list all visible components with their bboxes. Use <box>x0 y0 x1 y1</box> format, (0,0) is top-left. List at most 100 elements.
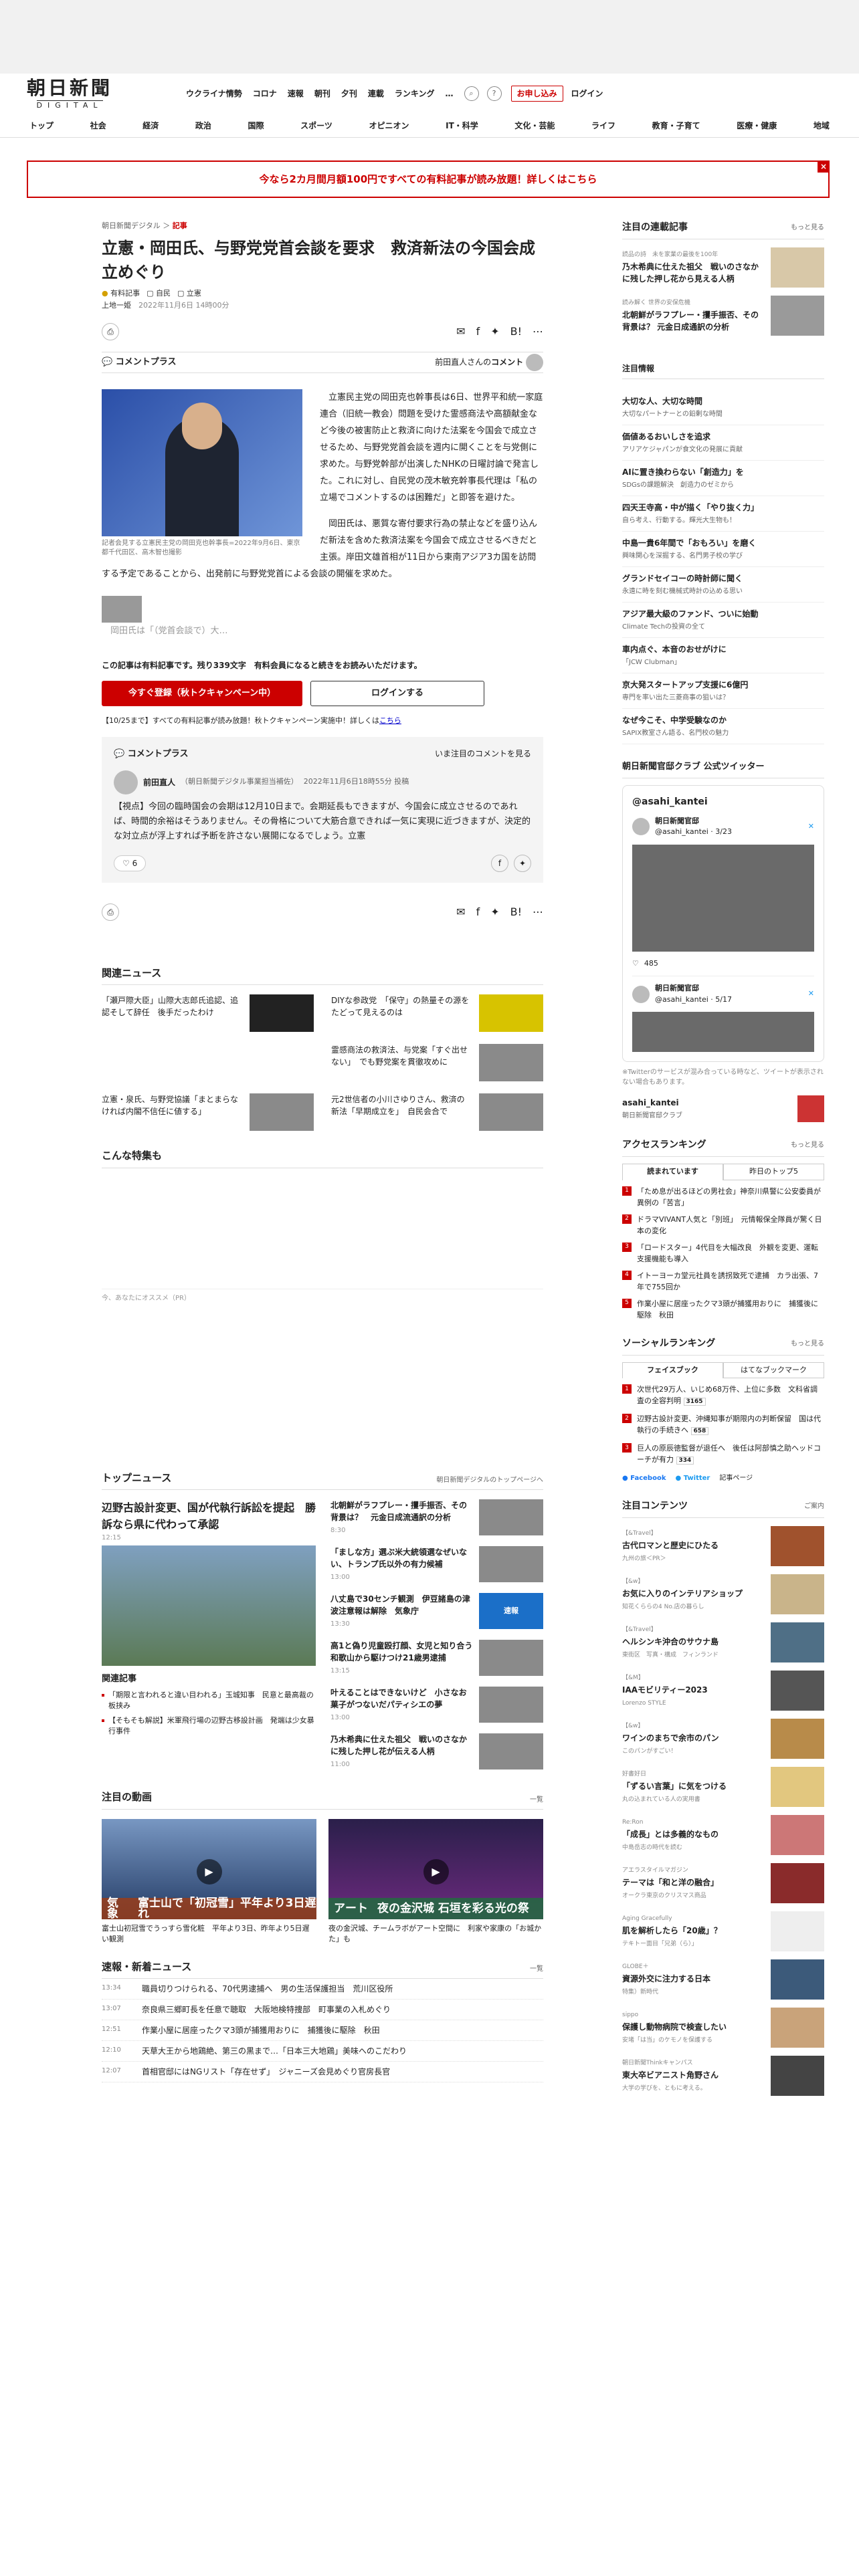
attention-item[interactable]: AIに置き換わらない「創造力」を SDGsの課題解決 創造力のゼミから <box>622 461 824 496</box>
print-icon[interactable]: ⎙ <box>102 903 119 921</box>
flash-item[interactable]: 13:07 奈良県三郷町長を任意で聴取 大阪地検特捜部 町事業の入札めぐり <box>102 2000 543 2020</box>
photo-thumbnail[interactable] <box>102 595 142 623</box>
attention-item[interactable]: 中島一貴6年間で「おもろい」を磨く 興味関心を深掘する、名門男子校の学び <box>622 532 824 567</box>
facebook-icon[interactable]: f <box>476 324 480 340</box>
nav-corona[interactable]: コロナ <box>253 88 277 100</box>
campaign-banner[interactable]: 今なら2カ月間月額100円ですべての有料記事が読み放題！詳しくはこちら × <box>27 160 830 198</box>
cat-top[interactable]: トップ <box>29 120 54 132</box>
commenter-name[interactable]: 前田直人 <box>143 776 175 788</box>
facebook-icon[interactable]: f <box>476 904 480 920</box>
related-item[interactable]: 立憲・泉氏、与野党協議「まとまらなければ内閣不信任に値する」 <box>102 1093 314 1131</box>
tab-yesterday-top5[interactable]: 昨日のトップ5 <box>723 1164 824 1180</box>
comment-more-link[interactable]: いま注目のコメントを見る <box>435 748 531 761</box>
attention-item[interactable]: 価値あるおいしさを追求 アリアケジャパンが食文化の発展に貢献 <box>622 425 824 461</box>
twitter-icon[interactable]: ✦ <box>490 904 499 920</box>
cat-culture[interactable]: 文化・芸能 <box>514 120 555 132</box>
content-item[interactable]: 【&Travel】 ヘルシンキ沖合のサウナ島 東街区 写真・構成 フィンランド <box>622 1622 824 1662</box>
login-link[interactable]: ログイン <box>571 88 603 100</box>
hatena-icon[interactable]: B! <box>510 324 522 340</box>
article-photo[interactable]: 記者会見する立憲民主党の岡田克也幹事長=2022年9月6日、東京都千代田区、高木… <box>102 389 302 558</box>
tab-most-read[interactable]: 読まれています <box>622 1164 723 1180</box>
related-item[interactable]: 「瀬戸際大臣」山際大志郎氏追認、追認そして辞任 後手だったわけ <box>102 994 314 1032</box>
series-item[interactable]: 読品の詩 未を家業の最後を100年 乃木希典に仕えた祖父 戦いのさなかに残した押し… <box>622 247 824 288</box>
facebook-link[interactable]: ● Facebook <box>622 1473 666 1483</box>
topnews-item[interactable]: 八丈島で30センチ観測 伊豆諸島の津波注意報は解除 気象庁 13:30 速報 <box>330 1593 543 1630</box>
nav-more[interactable]: … <box>446 88 454 100</box>
topnews-item[interactable]: 高1と偽り児童殴打顔、女児と知り合う 和歌山から駆けつけ21歳男逮捕 13:15 <box>330 1640 543 1677</box>
twitter-embed[interactable]: @asahi_kantei 朝日新聞官邸 @asahi_kantei · 3/23… <box>622 784 824 1062</box>
related-item[interactable]: 元2世信者の小川さゆりさん、救済の新法「早期成立を」 自民会合で <box>331 1093 543 1131</box>
content-item[interactable]: 【&w】 ワインのまちで余市のパン このパンがすごい！ <box>622 1719 824 1759</box>
attention-item[interactable]: グランドセイコーの時計師に聞く 永遠に時を刻む機械式時計の込める思い <box>622 567 824 603</box>
series-item[interactable]: 読み解く 世界の安保危機 北朝鮮がラフプレー・攫手振否、その背景は？ 元金日成通訳… <box>622 296 824 336</box>
more-icon[interactable]: ⋯ <box>533 904 543 920</box>
cat-society[interactable]: 社会 <box>90 120 106 132</box>
flash-item[interactable]: 12:51 作業小屋に居座ったクマ3頭が捕獲用おりに 捕獲後に駆除 秋田 <box>102 2020 543 2041</box>
cat-education[interactable]: 教育・子育て <box>652 120 700 132</box>
content-item[interactable]: Re:Ron 「成長」とは多義的なもの 中島岳志の時代を読む <box>622 1815 824 1855</box>
ranking-item[interactable]: 4 イトーヨーカ堂元社員を誘拐致死で逮捕 カラ出張、7年で755回か <box>622 1270 824 1293</box>
content-item[interactable]: アエラスタイルマガジン テーマは「和と洋の融合」 オークラ東京のクリスマス商品 <box>622 1863 824 1903</box>
social-item[interactable]: 2 辺野古設計変更、沖縄知事が期限内の判断保留 国は代執行の手続きへ 658 <box>622 1413 824 1437</box>
attention-item[interactable]: 大切な人、大切な時間 大切なパートナーとの鉛剰な時間 <box>622 390 824 425</box>
content-item[interactable]: 朝日新聞Thinkキャンパス 東大卒ビアニスト角野さん 大学の学びを、ともに考える。 <box>622 2056 824 2096</box>
topnews-item[interactable]: 「ましな方」選ぶ米大統領選なぜいない、トランプ氏以外の有力候補 13:00 <box>330 1546 543 1584</box>
ranking-item[interactable]: 3 「ロードスター」4代目を大幅改良 外観を変更、運転支援機能も導入 <box>622 1242 824 1265</box>
topnews-related-item[interactable]: 【そもそも解説】米軍飛行場の辺野古移設計画 発端は少女暴行事件 <box>102 1715 316 1737</box>
topnews-item[interactable]: 乃木希典に仕えた祖父 戦いのさなかに残した押し花が伝える人柄 11:00 <box>330 1733 543 1771</box>
social-item[interactable]: 1 次世代29万人、いじめ68万件、上位に多数 文科省調査の全容判明 3165 <box>622 1384 824 1408</box>
cat-life[interactable]: ライフ <box>591 120 615 132</box>
more-icon[interactable]: ⋯ <box>533 324 543 340</box>
tab-facebook[interactable]: フェイスブック <box>622 1362 723 1378</box>
paywall-login-button[interactable]: ログインする <box>310 680 484 706</box>
attention-item[interactable]: 京大発スタートアップ支援に6億円 専門を率い出た三菱商事の狙いは？ <box>622 673 824 709</box>
topnews-related-item[interactable]: 「期限と言われると違い目われる」玉城知事 民意と最高裁の板挟み <box>102 1690 316 1711</box>
related-item[interactable]: 霊感商法の救済法、与党案「すぐ出せない」 でも野党案を貫徹攻めに <box>331 1044 543 1081</box>
cat-opinion[interactable]: オピニオン <box>369 120 409 132</box>
video-card[interactable]: ▶ 気象 富士山で「初冠雪」平年より3日遅れ 富士山初冠雪でうっすら雪化粧 平年よ… <box>102 1818 316 1945</box>
nav-ukraine[interactable]: ウクライナ情勢 <box>186 88 242 100</box>
contents-more-link[interactable]: ご案内 <box>804 1501 824 1511</box>
comment-link[interactable]: コメント <box>491 357 523 366</box>
attention-item[interactable]: なぜ今こそ、中学受験なのか SAPIX教室さん語る、名門校の魅力 <box>622 709 824 744</box>
flash-item[interactable]: 12:07 首相官邸にはNGリスト「存在せず」 ジャニーズ会見めぐり官房長官 <box>102 2062 543 2082</box>
crumb-site[interactable]: 朝日新聞デジタル <box>102 221 161 230</box>
content-item[interactable]: sippo 保護し動物病院で検査したい 安堵「は当」のケモノを保護する <box>622 2008 824 2048</box>
content-item[interactable]: 好書好日 「ずるい言葉」に気をつける 丸の込まれている人の実用書 <box>622 1767 824 1807</box>
topnews-item[interactable]: 北朝鮮がラフプレー・攫手振否、その背景は？ 元金日成流通訳の分析 8:30 <box>330 1499 543 1537</box>
nav-series[interactable]: 連載 <box>368 88 384 100</box>
flash-item[interactable]: 12:10 天草大王から地鶏絶、第三の黒まで…「日本三大地鶏」美味へのこだわり <box>102 2041 543 2062</box>
cat-sports[interactable]: スポーツ <box>300 120 332 132</box>
hatena-icon[interactable]: B! <box>510 904 522 920</box>
tag-jimin[interactable]: ▢ 自民 <box>147 288 171 300</box>
topnews-item[interactable]: 叶えることはできないけど 小さなお菓子がつないだパティシエの夢 13:00 <box>330 1687 543 1724</box>
ranking-item[interactable]: 2 ドラマVIVANT人気と「別班」 元情報保全隊員が驚く日本の変化 <box>622 1214 824 1237</box>
video-card[interactable]: ▶ アート 夜の金沢城 石垣を彩る光の祭 夜の金沢城、チームラボがアート空間に 利… <box>328 1818 543 1945</box>
cat-health[interactable]: 医療・健康 <box>737 120 777 132</box>
topnews-lead[interactable]: 辺野古設計変更、国が代執行訴訟を提起 勝訴なら県に代わって承認 <box>102 1499 316 1533</box>
content-item[interactable]: 【&w】 お気に入りのインテリアショップ 知花くららの4 No.店の暮らし <box>622 1574 824 1614</box>
cat-region[interactable]: 地域 <box>814 120 830 132</box>
flash-item[interactable]: 13:34 職員切りつけられる、70代男逮捕へ 男の生活保護担当 荒川区役所 <box>102 1979 543 2000</box>
cat-economy[interactable]: 経済 <box>142 120 159 132</box>
cat-politics[interactable]: 政治 <box>195 120 211 132</box>
flash-more-link[interactable]: 一覧 <box>530 1964 543 1974</box>
ranking-more-link[interactable]: もっと見る <box>791 1140 824 1150</box>
cat-it-science[interactable]: IT・科学 <box>446 120 478 132</box>
ranking-item[interactable]: 1 「ため息が出るほどの男社会」神奈川県警に公安委員が異例の「苦言」 <box>622 1186 824 1208</box>
tag-rikken[interactable]: ▢ 立憲 <box>177 288 201 300</box>
tab-hatena[interactable]: はてなブックマーク <box>723 1362 824 1378</box>
content-item[interactable]: GLOBE＋ 資源外交に注力する日本 特集）新時代 <box>622 1959 824 2000</box>
twitter-account[interactable]: asahi_kantei <box>622 1098 679 1107</box>
print-icon[interactable]: ⎙ <box>102 322 119 340</box>
attention-item[interactable]: アジア最大級のファンド、ついに始動 Climate Techの投資の全て <box>622 603 824 638</box>
attention-item[interactable]: 四天王寺高・中が描く「やり抜く力」 自ら考え、行動する。輝光大生物も！ <box>622 496 824 532</box>
nav-ranking[interactable]: ランキング <box>395 88 435 100</box>
help-icon[interactable]: ? <box>486 86 502 101</box>
video-more-link[interactable]: 一覧 <box>530 1795 543 1805</box>
cat-international[interactable]: 国際 <box>248 120 264 132</box>
close-icon[interactable]: × <box>818 160 830 173</box>
attention-item[interactable]: 車内点ぐ、本音のおせがけに 「JCW Clubman」 <box>622 638 824 673</box>
article-page-link[interactable]: 記事ページ <box>719 1473 753 1483</box>
search-icon[interactable]: ⌕ <box>464 86 479 101</box>
